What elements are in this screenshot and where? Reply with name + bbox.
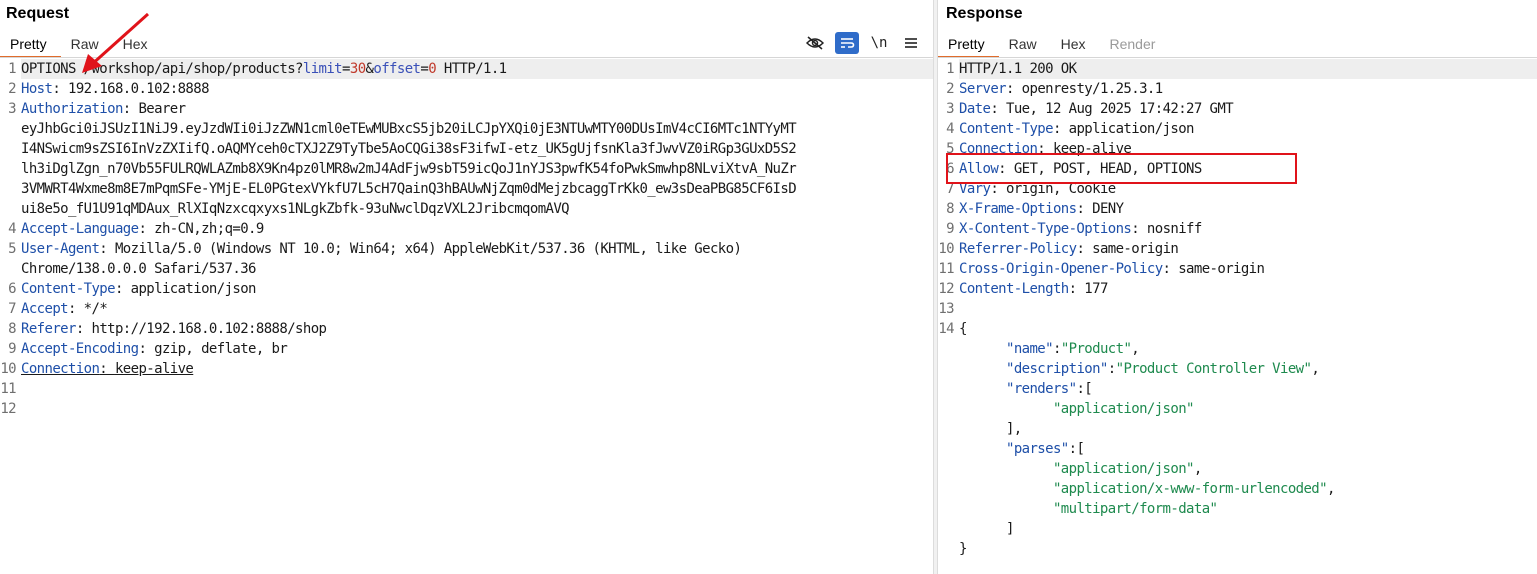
json-line: "application/json" bbox=[1052, 401, 1195, 417]
json-line: "name":"Product", bbox=[1005, 341, 1140, 357]
header-line: 9 X-Content-Type-Options: nosniff bbox=[946, 221, 1202, 237]
annotation-box bbox=[946, 153, 1297, 184]
header-line: 3 Date: Tue, 12 Aug 2025 17:42:27 GMT bbox=[946, 101, 1234, 117]
wrap-lines-icon[interactable] bbox=[835, 32, 859, 54]
empty-line: 11 bbox=[0, 381, 16, 397]
json-line: "application/x-www-form-urlencoded", bbox=[1052, 481, 1335, 497]
header-line: 8 X-Frame-Options: DENY bbox=[946, 201, 1124, 217]
header-continuation: ui8e5o_fU1U91qMDAux_RlXIqNzxcqxyxs1NLgkZ… bbox=[21, 201, 570, 217]
header-line: 3 Authorization: Bearer bbox=[8, 101, 186, 117]
header-line: 8 Referer: http://192.168.0.102:8888/shop bbox=[8, 321, 327, 337]
header-line: 11 Cross-Origin-Opener-Policy: same-origi… bbox=[938, 261, 1265, 277]
request-toolbar: \n bbox=[803, 32, 923, 54]
json-line: ], bbox=[959, 421, 1022, 437]
header-line: 9 Accept-Encoding: gzip, deflate, br bbox=[8, 341, 288, 357]
header-continuation: lh3iDglZgn_n70Vb55FULRQWLAZmb8X9Kn4pz0lM… bbox=[21, 161, 797, 177]
http-method: OPTIONS bbox=[21, 61, 76, 77]
header-line: 7 Accept: */* bbox=[8, 301, 108, 317]
json-line: "description":"Product Controller View", bbox=[1005, 361, 1320, 377]
response-tabs: Pretty Raw Hex Render bbox=[938, 34, 1169, 58]
empty-line: 12 bbox=[0, 401, 16, 417]
header-line: 2 Host: 192.168.0.102:8888 bbox=[8, 81, 209, 97]
request-editor[interactable]: 1 OPTIONS /workshop/api/shop/products?li… bbox=[0, 59, 933, 574]
json-line: } bbox=[959, 541, 967, 557]
json-line: "renders":[ bbox=[1005, 381, 1093, 397]
hide-icon[interactable] bbox=[803, 32, 827, 54]
tab-raw[interactable]: Raw bbox=[999, 34, 1051, 56]
tab-hex[interactable]: Hex bbox=[1051, 34, 1100, 56]
header-continuation: eyJhbGci0iJSUzI1NiJ9.eyJzdWIi0iJzZWN1cml… bbox=[21, 121, 797, 137]
header-line: 10 Referrer-Policy: same-origin bbox=[938, 241, 1179, 257]
tab-render[interactable]: Render bbox=[1100, 34, 1170, 56]
request-title: Request bbox=[6, 5, 70, 22]
response-title: Response bbox=[946, 5, 1023, 22]
json-line: "parses":[ bbox=[1005, 441, 1085, 457]
tab-pretty[interactable]: Pretty bbox=[0, 34, 61, 58]
header-line: 12 Content-Length: 177 bbox=[938, 281, 1108, 297]
json-line: ] bbox=[959, 521, 1014, 537]
header-continuation: 3VMWRT4Wxme8m8E7mPqmSFe-YMjE-EL0PGtexVYk… bbox=[21, 181, 797, 197]
json-line: 14{ bbox=[938, 321, 967, 337]
menu-icon[interactable] bbox=[899, 32, 923, 54]
response-editor[interactable]: 1 HTTP/1.1 200 OK 2 Server: openresty/1.25… bbox=[938, 59, 1537, 574]
header-line: 2 Server: openresty/1.25.3.1 bbox=[946, 81, 1163, 97]
empty-line: 13 bbox=[938, 301, 954, 317]
status-line: 1 HTTP/1.1 200 OK bbox=[938, 59, 1537, 79]
header-line: 6 Content-Type: application/json bbox=[8, 281, 256, 297]
json-line: "multipart/form-data" bbox=[1052, 501, 1218, 517]
header-line: 5 User-Agent: Mozilla/5.0 (Windows NT 10.… bbox=[8, 241, 742, 257]
json-line: "application/json", bbox=[1052, 461, 1202, 477]
tab-pretty[interactable]: Pretty bbox=[938, 34, 999, 58]
request-panel: Request Pretty Raw Hex \n 1 OPTIONS /wor… bbox=[0, 0, 933, 574]
header-continuation: Chrome/138.0.0.0 Safari/537.36 bbox=[21, 261, 256, 277]
response-panel: Response Pretty Raw Hex Render 1 HTTP/1.1… bbox=[938, 0, 1537, 574]
annotation-arrow bbox=[82, 12, 150, 73]
newline-icon[interactable]: \n bbox=[867, 32, 891, 54]
header-continuation: I4NSwicm9sZSI6InVzZXIifQ.oAQMYceh0cTXJ2Z… bbox=[21, 141, 797, 157]
header-line: 4 Content-Type: application/json bbox=[946, 121, 1194, 137]
header-line: 4 Accept-Language: zh-CN,zh;q=0.9 bbox=[8, 221, 264, 237]
header-line: 10 Connection: keep-alive bbox=[0, 361, 194, 377]
